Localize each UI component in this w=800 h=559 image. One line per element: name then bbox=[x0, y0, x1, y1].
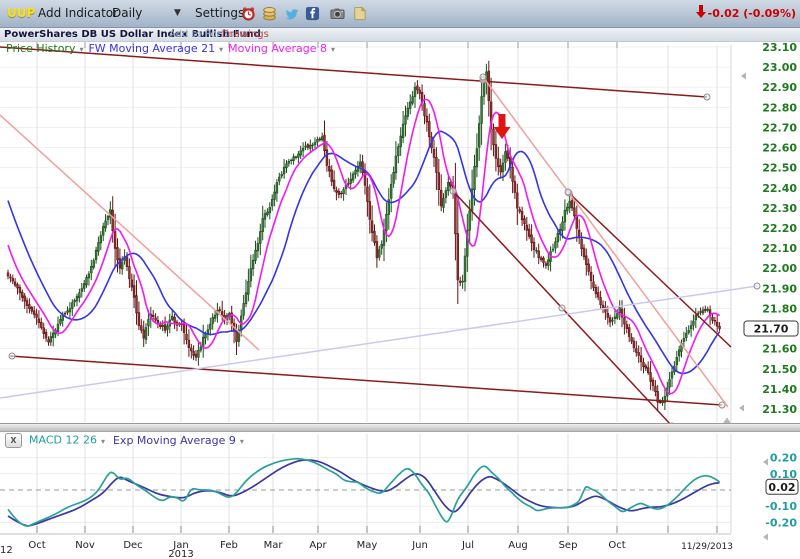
trendline-handle[interactable] bbox=[450, 188, 456, 194]
price-axis-label: 21.80 bbox=[762, 302, 797, 315]
alarm-clock-icon[interactable] bbox=[241, 6, 256, 21]
price-history-legend-item[interactable]: Price History bbox=[6, 42, 75, 55]
month-axis-label: Oct bbox=[28, 540, 45, 551]
month-axis-label: Nov bbox=[75, 540, 95, 551]
month-axis-label: Sep bbox=[559, 540, 578, 551]
macd-pane[interactable] bbox=[0, 459, 731, 526]
price-axis-label: 22.50 bbox=[762, 162, 797, 175]
month-axis-label: May bbox=[357, 540, 378, 551]
price-axis-label: 22.00 bbox=[762, 262, 797, 275]
trendline-handle[interactable] bbox=[559, 305, 565, 311]
price-axis-label: 21.30 bbox=[762, 403, 797, 416]
price-axis-label: 22.20 bbox=[762, 222, 797, 235]
trendline-handle[interactable] bbox=[565, 189, 571, 195]
price-axis-label: 21.40 bbox=[762, 383, 797, 396]
month-axis-label: Oct bbox=[608, 540, 625, 551]
price-axis-label: 23.00 bbox=[762, 61, 797, 74]
pane-divider[interactable] bbox=[0, 423, 800, 432]
timeframe-select[interactable]: Daily bbox=[112, 0, 142, 27]
last-date-label: 11/29/2013 bbox=[681, 542, 733, 552]
chevron-down-icon[interactable]: ▾ bbox=[240, 437, 244, 446]
twitter-icon[interactable] bbox=[284, 6, 299, 21]
main-toolbar: UUP Add Indicator Daily ▼ Settings bbox=[0, 0, 800, 28]
price-change-indicator: -0.02 (-0.09%) bbox=[696, 0, 796, 27]
price-axis-label: 21.60 bbox=[762, 343, 797, 356]
price-axis-label: 22.80 bbox=[762, 101, 797, 114]
macd-legend-item[interactable]: MACD 12 26 bbox=[29, 434, 97, 447]
macd-signal-line[interactable] bbox=[8, 460, 720, 526]
add-indicator-button[interactable]: Add Indicator bbox=[38, 0, 118, 27]
month-axis-label: Feb bbox=[220, 540, 238, 551]
camera-icon[interactable] bbox=[330, 6, 345, 21]
indicator-legend: Price History ▾ FW Moving Average 21 ▾ Movin… bbox=[6, 42, 340, 56]
chevron-down-icon[interactable]: ▾ bbox=[331, 45, 335, 54]
price-axis-label: 22.60 bbox=[762, 142, 797, 155]
drawings-button[interactable]: Drawings bbox=[222, 28, 269, 41]
price-axis-label: 22.40 bbox=[762, 182, 797, 195]
price-axis-label: 22.70 bbox=[762, 121, 797, 134]
coins-icon[interactable] bbox=[262, 6, 277, 21]
trendline-handle[interactable] bbox=[480, 74, 486, 80]
axis-marker-icon[interactable] bbox=[741, 73, 746, 80]
month-axis-label: Mar bbox=[264, 540, 284, 551]
chevron-down-icon[interactable]: ▾ bbox=[101, 437, 105, 446]
macd-axis-label: 0.20 bbox=[770, 452, 797, 465]
down-arrow-icon bbox=[696, 5, 706, 19]
month-axis-label: Jun bbox=[411, 540, 428, 551]
month-axis-label: Dec bbox=[123, 540, 142, 551]
grid-lines bbox=[0, 41, 731, 534]
trading-app-window: 23.10 23.00 22.90 22.80 22.70 22.60 22.50 22.40… bbox=[0, 0, 800, 559]
july-peak-downtrend-trendline[interactable] bbox=[480, 74, 728, 407]
note-icon[interactable] bbox=[352, 6, 367, 21]
price-axis-label: 21.50 bbox=[762, 363, 797, 376]
month-axis-label: Apr bbox=[309, 540, 327, 551]
ma21-legend-item[interactable]: FW Moving Average 21 bbox=[88, 42, 215, 55]
macd-current-value: 0.02 bbox=[768, 481, 795, 494]
settings-button[interactable]: Settings bbox=[195, 0, 244, 27]
price-axis-label: 22.30 bbox=[762, 202, 797, 215]
price-axis-label: 22.90 bbox=[762, 81, 797, 94]
macd-line[interactable] bbox=[8, 459, 720, 526]
price-chart-canvas[interactable]: 23.10 23.00 22.90 22.80 22.70 22.60 22.50 22.40… bbox=[0, 0, 800, 559]
close-macd-button[interactable]: X bbox=[5, 433, 22, 448]
symbol-info-bar: PowerShares DB US Dollar Index Bullish F… bbox=[0, 28, 800, 42]
trendline-handle[interactable] bbox=[754, 283, 760, 289]
price-change-text: -0.02 (-0.09%) bbox=[708, 7, 796, 20]
month-axis-label: Aug bbox=[508, 540, 528, 551]
up-candles bbox=[50, 72, 709, 403]
axis-marker-icon[interactable] bbox=[763, 534, 768, 541]
overlays-and-axes: 23.10 23.00 22.90 22.80 22.70 22.60 22.50 22.40… bbox=[0, 41, 798, 559]
month-axis-label: Jul bbox=[461, 540, 474, 551]
macd-axis-label: -0.10 bbox=[765, 500, 797, 513]
ma8-legend-item[interactable]: Moving Average 8 bbox=[228, 42, 327, 55]
year-axis-label: 2013 bbox=[168, 549, 193, 559]
current-price-value: 21.70 bbox=[754, 323, 789, 336]
chevron-down-icon[interactable]: ▾ bbox=[219, 45, 223, 54]
down-candles bbox=[7, 71, 720, 403]
trendline-handle[interactable] bbox=[704, 94, 710, 100]
price-axis-label: 23.10 bbox=[762, 41, 797, 54]
timeframe-dropdown-icon[interactable]: ▼ bbox=[174, 0, 181, 27]
trendline-handle[interactable] bbox=[9, 353, 15, 359]
price-axis-label: 22.10 bbox=[762, 242, 797, 255]
axis-marker-icon[interactable] bbox=[763, 459, 768, 466]
chevron-down-icon[interactable]: ▾ bbox=[79, 45, 83, 54]
start-year-label: 12 bbox=[0, 545, 13, 556]
price-axis-label: 21.90 bbox=[762, 282, 797, 295]
axis-marker-icon[interactable] bbox=[739, 405, 744, 412]
macd-axis-label: -0.20 bbox=[765, 516, 797, 529]
macd-signal-legend-item[interactable]: Exp Moving Average 9 bbox=[113, 434, 236, 447]
facebook-icon[interactable] bbox=[305, 6, 320, 21]
macd-pane-header: X MACD 12 26 ▾ Exp Moving Average 9 ▾ bbox=[5, 433, 248, 449]
symbol-label: UUP bbox=[7, 0, 35, 27]
